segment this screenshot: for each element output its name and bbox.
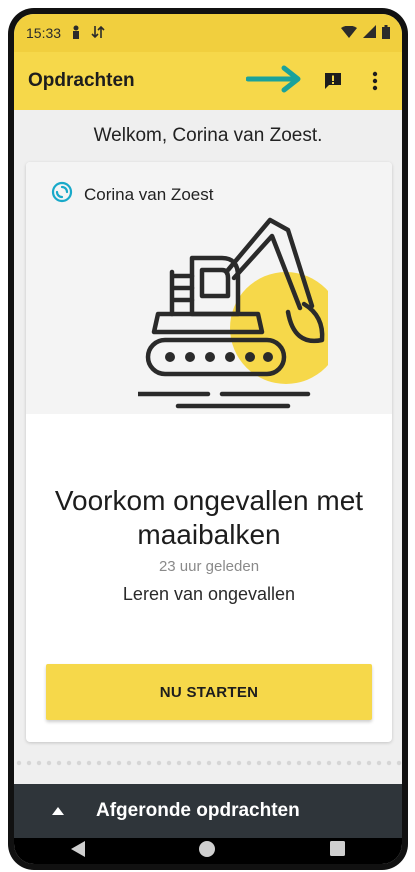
card-category: Leren van ongevallen <box>122 584 296 604</box>
nav-home-icon[interactable] <box>198 840 216 863</box>
wifi-icon <box>341 25 357 41</box>
screen: 15:33 Opdrachten Welkom, Corina van Zoes… <box>14 14 402 864</box>
status-bar: 15:33 <box>14 14 402 52</box>
chevron-up-icon[interactable] <box>52 802 64 820</box>
status-right <box>341 24 390 42</box>
signal-icon <box>363 25 376 41</box>
card-author: Corina van Zoest <box>50 180 213 209</box>
arrow-annotation-icon <box>245 64 304 99</box>
card-title: Voorkom ongevallen met maaibalken <box>54 485 364 550</box>
data-sync-icon <box>91 25 105 42</box>
battery-icon <box>382 24 390 42</box>
nav-recents-icon[interactable] <box>330 841 346 861</box>
app-bar: Opdrachten <box>14 52 402 110</box>
assignment-card[interactable]: Corina van Zoest Voorkom ongevallen met … <box>26 162 392 742</box>
welcome-text: Welkom, Corina van Zoest. <box>93 125 323 146</box>
nav-back-icon[interactable] <box>70 840 85 862</box>
completed-assignments-sheet[interactable]: Afgeronde opdrachten <box>14 784 402 838</box>
more-vert-icon[interactable] <box>362 68 388 94</box>
app-bar-actions <box>245 64 388 99</box>
card-header: Corina van Zoest <box>26 162 392 414</box>
phone-frame: 15:33 Opdrachten Welkom, Corina van Zoes… <box>8 8 408 870</box>
feedback-icon[interactable] <box>320 68 346 94</box>
person-icon <box>71 25 81 42</box>
card-timestamp: 23 uur geleden <box>158 558 260 575</box>
author-name: Corina van Zoest <box>84 184 214 204</box>
excavator-illustration <box>138 217 328 409</box>
page-title: Opdrachten <box>28 70 135 91</box>
brand-logo-icon <box>50 180 74 209</box>
status-time: 15:33 <box>26 25 62 41</box>
system-nav-bar <box>14 838 402 864</box>
start-button[interactable]: NU STARTEN <box>46 664 372 720</box>
completed-assignments-label: Afgeronde opdrachten <box>96 800 300 821</box>
status-left: 15:33 <box>26 25 105 42</box>
page-divider <box>14 760 402 766</box>
